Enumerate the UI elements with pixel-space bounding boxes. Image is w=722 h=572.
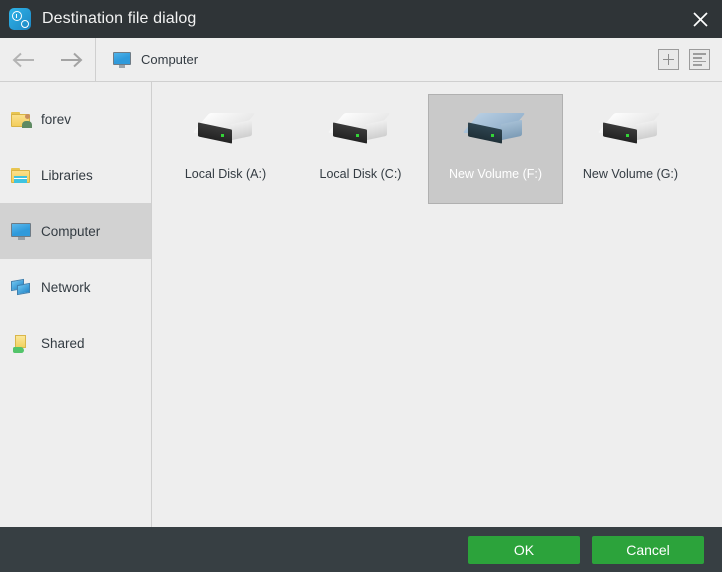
sidebar-item-network[interactable]: Network [0,259,151,315]
navigation-toolbar: Computer [0,38,722,82]
list-view-icon-bar [693,56,703,59]
network-icon [11,278,32,297]
hard-drive-icon [327,109,392,155]
view-list-button[interactable] [689,49,710,70]
drive-item-selected[interactable]: New Volume (F:) [428,94,563,204]
user-folder-icon [11,110,32,129]
sidebar-item-label: Network [41,279,91,295]
arrow-left-icon [12,52,34,67]
sidebar-item-libraries[interactable]: Libraries [0,147,151,203]
gear-icon [20,19,29,28]
window-title: Destination file dialog [42,10,197,27]
hard-drive-icon [597,109,662,155]
computer-monitor-icon [11,222,32,241]
breadcrumb-label: Computer [141,52,199,67]
destination-file-dialog-window: Destination file dialog Computer forev L… [0,0,722,572]
nav-arrow-group [0,38,96,81]
drive-label: Local Disk (A:) [184,167,267,181]
back-button[interactable] [0,38,48,81]
places-sidebar: forev Libraries Computer Network Shared [0,82,152,527]
sidebar-item-label: forev [41,111,72,127]
drive-item[interactable]: Local Disk (C:) [293,94,428,204]
title-bar: Destination file dialog [0,0,722,38]
sidebar-item-label: Shared [41,335,85,351]
drive-item[interactable]: Local Disk (A:) [158,94,293,204]
sidebar-item-computer[interactable]: Computer [0,203,151,259]
arrow-right-icon [61,52,83,67]
sidebar-item-label: Computer [41,223,101,239]
list-view-icon-bar [693,60,706,63]
libraries-folder-icon [11,166,32,185]
drive-label: New Volume (G:) [582,167,679,181]
drive-label: New Volume (F:) [448,167,543,181]
computer-monitor-icon [113,51,131,68]
app-icon [9,8,31,30]
sidebar-item-shared[interactable]: Shared [0,315,151,371]
hard-drive-icon [462,109,527,155]
close-icon [692,11,708,27]
dialog-body: forev Libraries Computer Network Shared … [0,82,722,527]
sidebar-item-label: Libraries [41,167,93,183]
file-list-area: Local Disk (A:) Local Disk (C:) New Volu… [152,82,722,527]
toolbar-actions [658,49,722,70]
drive-label: Local Disk (C:) [319,167,402,181]
close-button[interactable] [678,0,722,38]
forward-button[interactable] [48,38,96,81]
breadcrumb[interactable]: Computer [96,38,658,81]
clock-icon [12,11,22,21]
ok-button[interactable]: OK [468,535,580,564]
cancel-button[interactable]: Cancel [592,535,704,564]
dialog-footer: OK Cancel [0,527,722,572]
shared-folder-icon [11,334,32,353]
drive-item[interactable]: New Volume (G:) [563,94,698,204]
list-view-icon-bar [693,64,703,66]
list-view-icon-bar [693,53,706,55]
hard-drive-icon [192,109,257,155]
new-folder-button[interactable] [658,49,679,70]
sidebar-item-forev[interactable]: forev [0,91,151,147]
